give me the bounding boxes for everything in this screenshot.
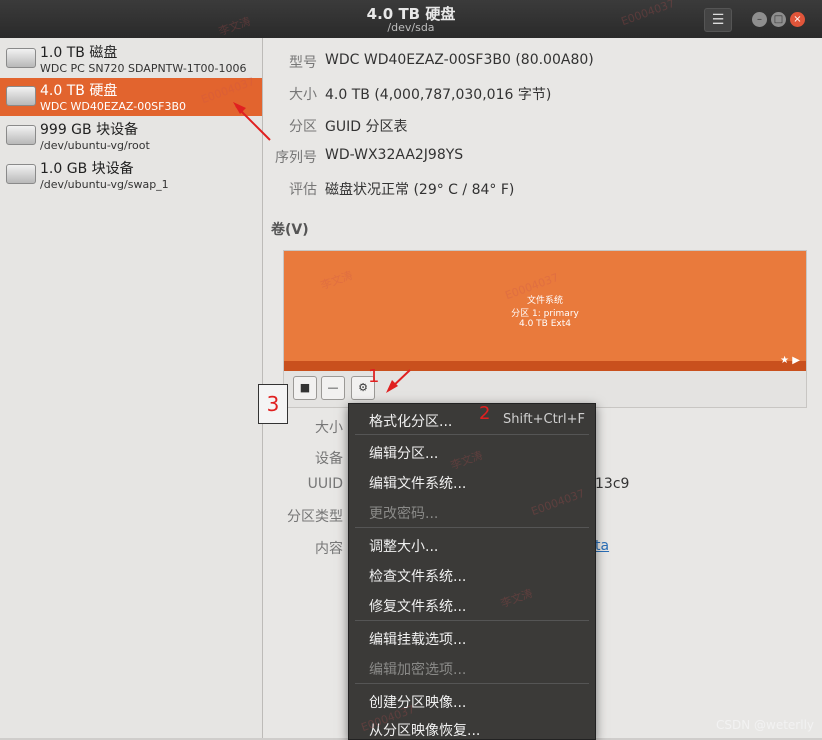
arrow-head — [233, 102, 246, 114]
annotation-step-2: 2 — [479, 403, 491, 424]
annotation-step-1: 1 — [368, 366, 380, 387]
annotation-step-3: 3 — [258, 384, 288, 424]
annotation-arrows — [233, 102, 411, 393]
source-credit: CSDN @weterlly — [715, 718, 814, 732]
